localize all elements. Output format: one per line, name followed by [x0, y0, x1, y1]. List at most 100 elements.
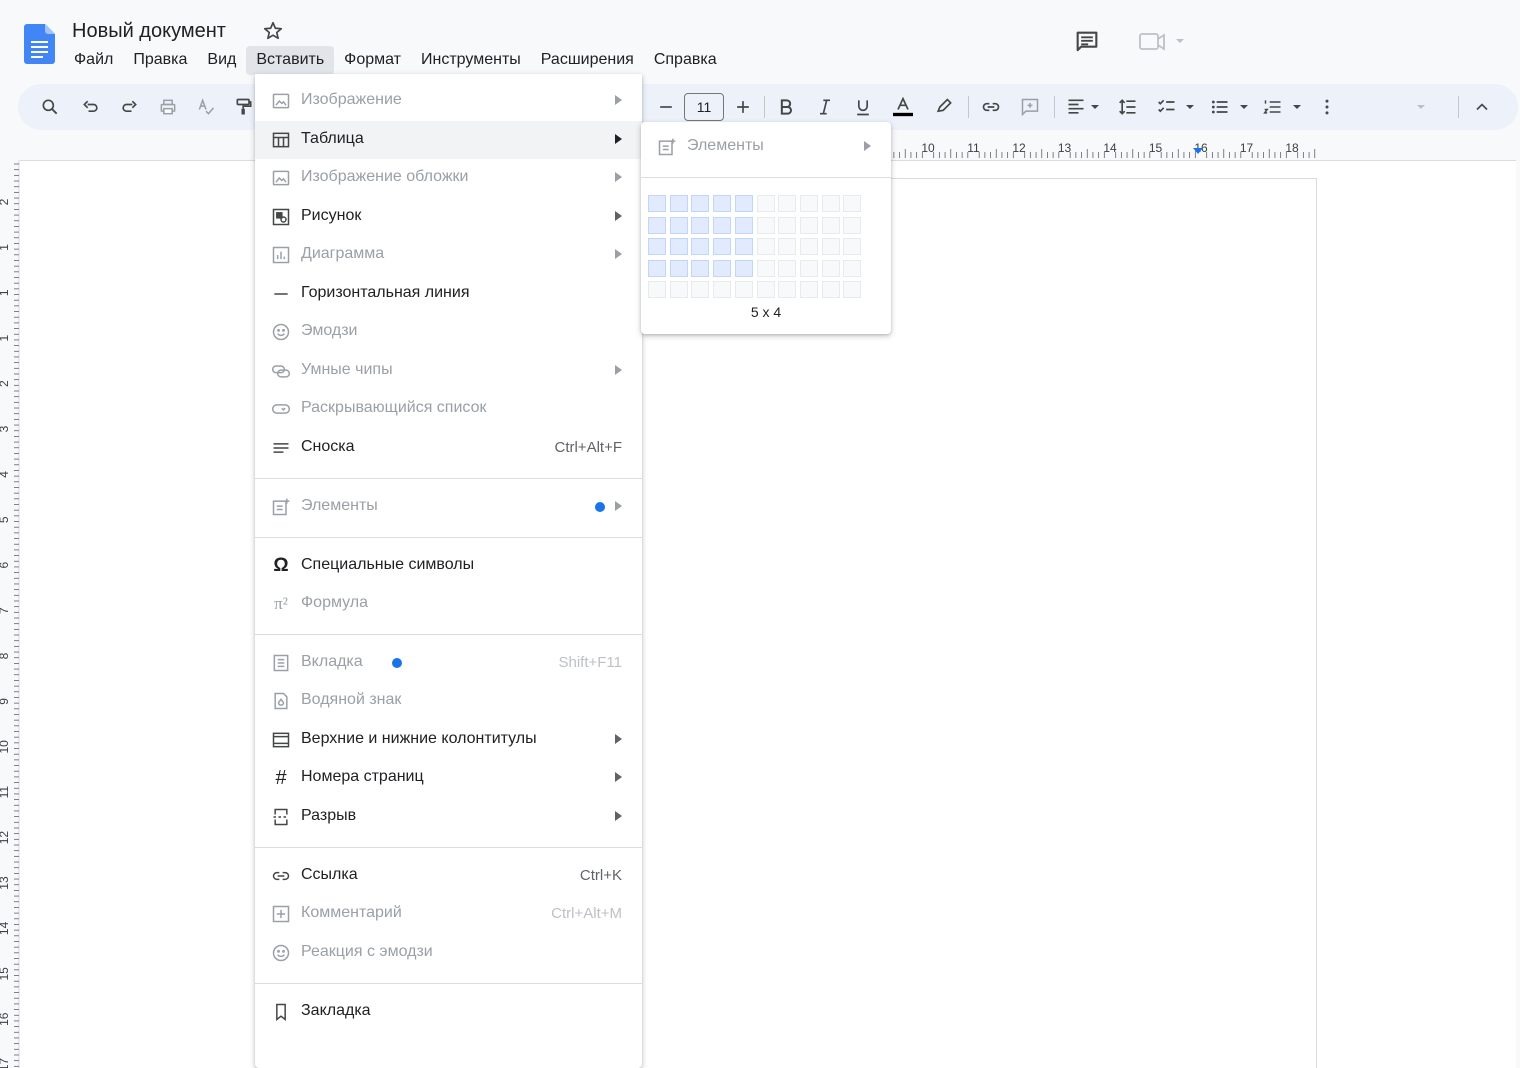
menu-item-smart-chips[interactable]: Умные чипы	[255, 352, 642, 390]
document-title[interactable]: Новый документ	[72, 20, 226, 43]
table-grid-cell[interactable]	[799, 259, 818, 277]
menu-item-page-numbers[interactable]: # Номера страниц	[255, 759, 642, 797]
bold-icon[interactable]	[774, 95, 798, 119]
table-grid-cell[interactable]	[799, 195, 818, 212]
spellcheck-icon[interactable]	[194, 95, 218, 119]
comments-icon[interactable]	[1073, 28, 1101, 61]
editing-mode-dropdown-icon[interactable]	[1413, 95, 1429, 119]
table-grid-cell[interactable]	[713, 216, 732, 234]
table-grid-cell[interactable]	[843, 238, 862, 255]
checklist-dropdown-icon[interactable]	[1183, 95, 1197, 119]
table-grid-cell[interactable]	[821, 216, 840, 234]
menu-item-tab[interactable]: Вкладка Shift+F11	[255, 644, 642, 682]
add-comment-icon[interactable]	[1018, 95, 1042, 119]
table-grid-cell[interactable]	[691, 281, 710, 298]
table-grid-cell[interactable]	[691, 238, 710, 255]
menu-file[interactable]: Файл	[64, 46, 123, 75]
highlight-color-icon[interactable]	[932, 95, 956, 119]
table-grid-cell[interactable]	[756, 216, 775, 234]
table-grid-cell[interactable]	[691, 195, 710, 212]
star-icon[interactable]	[262, 20, 284, 42]
hide-menus-chevron-up-icon[interactable]	[1470, 95, 1494, 119]
table-grid-cell[interactable]	[734, 259, 753, 277]
table-grid-cell[interactable]	[648, 281, 666, 298]
undo-icon[interactable]	[79, 95, 103, 119]
checklist-icon[interactable]	[1155, 95, 1179, 119]
menu-item-image[interactable]: Изображение	[255, 82, 642, 120]
table-grid-cell[interactable]	[799, 281, 818, 298]
print-icon[interactable]	[156, 95, 180, 119]
menu-item-horizontal-line[interactable]: Горизонтальная линия	[255, 275, 642, 313]
table-grid-cell[interactable]	[669, 238, 688, 255]
table-grid-cell[interactable]	[669, 259, 688, 277]
bulleted-list-icon[interactable]	[1208, 95, 1232, 119]
menu-item-comment[interactable]: Комментарий Ctrl+Alt+M	[255, 895, 642, 933]
menu-extensions[interactable]: Расширения	[531, 46, 644, 75]
redo-icon[interactable]	[117, 95, 141, 119]
submenu-item-building-blocks[interactable]: Элементы	[641, 128, 891, 166]
table-grid-cell[interactable]	[734, 238, 753, 255]
table-grid-cell[interactable]	[821, 281, 840, 298]
menu-item-emoji-reaction[interactable]: Реакция с эмодзи	[255, 934, 642, 972]
table-grid-cell[interactable]	[778, 238, 797, 255]
table-grid-cell[interactable]	[756, 259, 775, 277]
menu-item-headers-footers[interactable]: Верхние и нижние колонтитулы	[255, 721, 642, 759]
numbered-list-dropdown-icon[interactable]	[1290, 95, 1304, 119]
table-grid-cell[interactable]	[799, 238, 818, 255]
table-grid-cell[interactable]	[821, 238, 840, 255]
align-dropdown-icon[interactable]	[1088, 95, 1102, 119]
menu-item-chart[interactable]: Диаграмма	[255, 236, 642, 274]
meet-video-icon[interactable]	[1138, 30, 1186, 59]
menu-item-break[interactable]: Разрыв	[255, 798, 642, 836]
text-color-icon[interactable]	[891, 95, 915, 119]
table-grid-cell[interactable]	[821, 259, 840, 277]
increase-font-size-icon[interactable]	[731, 95, 755, 119]
table-grid-cell[interactable]	[713, 281, 732, 298]
table-grid-cell[interactable]	[648, 195, 666, 212]
menu-format[interactable]: Формат	[334, 46, 411, 75]
bulleted-list-dropdown-icon[interactable]	[1237, 95, 1251, 119]
table-grid-cell[interactable]	[713, 238, 732, 255]
table-grid-cell[interactable]	[734, 281, 753, 298]
menu-item-table[interactable]: Таблица	[255, 121, 642, 159]
table-grid-cell[interactable]	[691, 216, 710, 234]
menu-item-special-characters[interactable]: Ω Специальные символы	[255, 547, 642, 585]
table-grid-cell[interactable]	[756, 195, 775, 212]
paint-format-icon[interactable]	[232, 95, 256, 119]
menu-item-drawing[interactable]: Рисунок	[255, 198, 642, 236]
menu-tools[interactable]: Инструменты	[411, 46, 531, 75]
table-grid-cell[interactable]	[648, 216, 666, 234]
menu-help[interactable]: Справка	[644, 46, 727, 75]
table-grid-cell[interactable]	[756, 281, 775, 298]
table-grid-cell[interactable]	[669, 281, 688, 298]
insert-link-icon[interactable]	[979, 95, 1003, 119]
table-grid-cell[interactable]	[778, 259, 797, 277]
align-icon[interactable]	[1064, 95, 1088, 119]
menu-item-footnote[interactable]: Сноска Ctrl+Alt+F	[255, 429, 642, 467]
menu-item-link[interactable]: Ссылка Ctrl+K	[255, 857, 642, 895]
table-grid-cell[interactable]	[734, 195, 753, 212]
decrease-font-size-icon[interactable]	[654, 95, 678, 119]
menu-insert[interactable]: Вставить	[246, 46, 335, 75]
table-grid-cell[interactable]	[756, 238, 775, 255]
table-grid-cell[interactable]	[843, 259, 862, 277]
font-size-input[interactable]: 11	[684, 93, 724, 121]
table-grid-cell[interactable]	[669, 216, 688, 234]
table-grid-cell[interactable]	[799, 216, 818, 234]
menu-item-building-blocks[interactable]: Элементы	[255, 488, 642, 526]
line-spacing-icon[interactable]	[1116, 95, 1140, 119]
table-grid-cell[interactable]	[778, 216, 797, 234]
table-grid-cell[interactable]	[778, 281, 797, 298]
menu-item-emoji[interactable]: Эмодзи	[255, 313, 642, 351]
menu-item-dropdown[interactable]: Раскрывающийся список	[255, 390, 642, 428]
numbered-list-icon[interactable]	[1261, 95, 1285, 119]
table-grid-cell[interactable]	[843, 281, 862, 298]
table-grid-cell[interactable]	[778, 195, 797, 212]
table-grid-cell[interactable]	[669, 195, 688, 212]
table-grid-cell[interactable]	[691, 259, 710, 277]
table-grid-cell[interactable]	[713, 195, 732, 212]
table-grid-cell[interactable]	[843, 195, 862, 212]
menu-item-cover-image[interactable]: Изображение обложки	[255, 159, 642, 197]
table-grid-cell[interactable]	[734, 216, 753, 234]
menu-item-equation[interactable]: π² Формула	[255, 585, 642, 623]
